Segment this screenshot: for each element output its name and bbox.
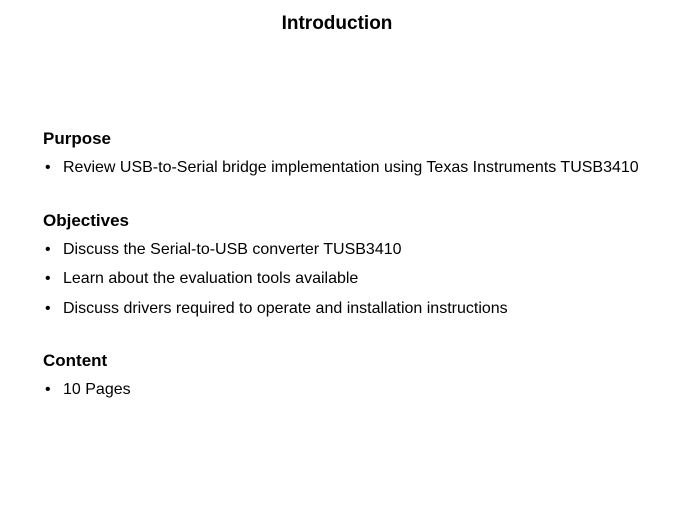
- objectives-section: Objectives Discuss the Serial-to-USB con…: [43, 211, 642, 320]
- purpose-heading: Purpose: [43, 129, 642, 149]
- content-area: Purpose Review USB-to-Serial bridge impl…: [0, 35, 674, 401]
- list-item: Discuss the Serial-to-USB converter TUSB…: [43, 239, 642, 261]
- list-item: 10 Pages: [43, 379, 642, 401]
- content-list: 10 Pages: [43, 379, 642, 401]
- content-heading: Content: [43, 351, 642, 371]
- purpose-list: Review USB-to-Serial bridge implementati…: [43, 157, 642, 179]
- list-item: Review USB-to-Serial bridge implementati…: [43, 157, 642, 179]
- list-item: Discuss drivers required to operate and …: [43, 298, 642, 320]
- objectives-heading: Objectives: [43, 211, 642, 231]
- purpose-section: Purpose Review USB-to-Serial bridge impl…: [43, 129, 642, 179]
- content-section: Content 10 Pages: [43, 351, 642, 401]
- list-item: Learn about the evaluation tools availab…: [43, 268, 642, 290]
- objectives-list: Discuss the Serial-to-USB converter TUSB…: [43, 239, 642, 320]
- slide-title: Introduction: [0, 0, 674, 35]
